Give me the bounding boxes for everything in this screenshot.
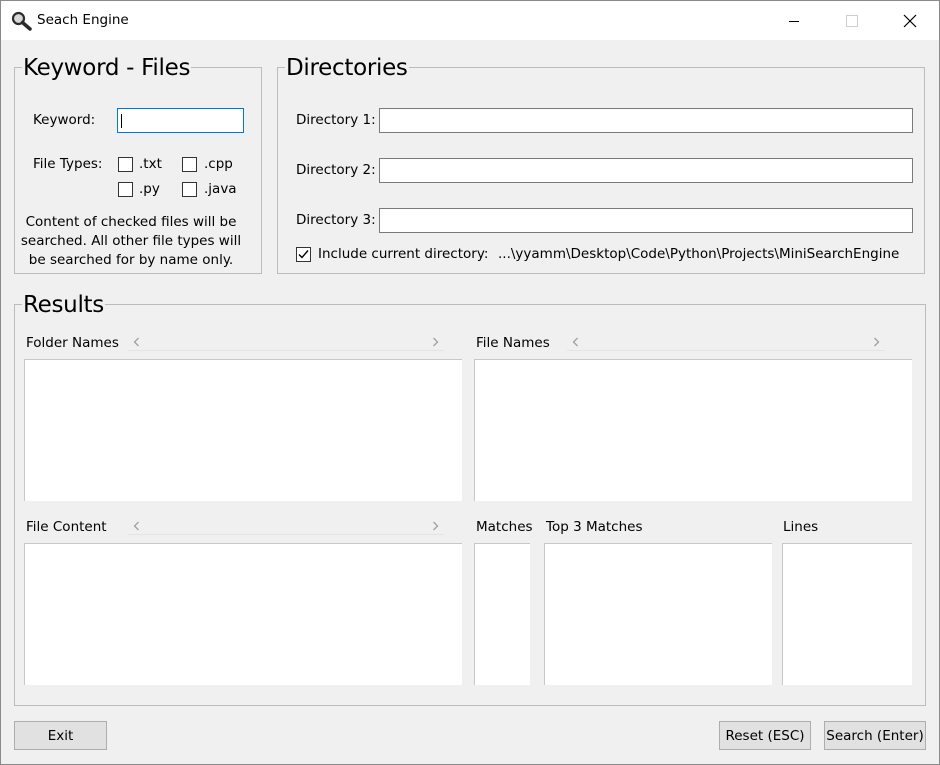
keyword-files-title: Keyword - Files xyxy=(22,54,192,82)
include-current-checkbox[interactable] xyxy=(296,247,311,262)
close-button[interactable] xyxy=(881,1,939,41)
scroll-left-icon[interactable] xyxy=(128,333,145,351)
minimize-button[interactable] xyxy=(765,1,823,41)
include-current-label: Include current directory: xyxy=(318,246,489,262)
file-names-list[interactable] xyxy=(474,359,912,501)
lines-list[interactable] xyxy=(782,543,912,685)
scroll-right-icon[interactable] xyxy=(868,333,885,351)
scroll-right-icon[interactable] xyxy=(427,333,444,351)
file-content-text[interactable] xyxy=(24,543,462,685)
close-icon xyxy=(903,14,917,28)
search-button[interactable]: Search (Enter) xyxy=(824,721,926,750)
folder-names-scrollbar[interactable] xyxy=(128,333,444,351)
txt-label: .txt xyxy=(139,156,162,172)
reset-button[interactable]: Reset (ESC) xyxy=(719,721,811,750)
folder-names-list[interactable] xyxy=(24,359,462,501)
java-checkbox[interactable] xyxy=(182,182,197,197)
keyword-input[interactable] xyxy=(117,108,244,133)
scroll-right-icon[interactable] xyxy=(427,517,444,535)
current-directory-path: ...\yyamm\Desktop\Code\Python\Projects\M… xyxy=(498,246,900,262)
folder-names-label: Folder Names xyxy=(26,335,119,351)
top-3-matches-label: Top 3 Matches xyxy=(546,519,643,535)
top-3-matches-list[interactable] xyxy=(544,543,772,685)
directory-1-label: Directory 1: xyxy=(296,112,376,128)
exit-button[interactable]: Exit xyxy=(14,721,107,750)
scroll-left-icon[interactable] xyxy=(567,333,584,351)
lines-label: Lines xyxy=(783,519,819,535)
cpp-label: .cpp xyxy=(204,156,233,172)
file-names-scrollbar[interactable] xyxy=(567,333,885,351)
file-content-label: File Content xyxy=(26,519,107,535)
txt-checkbox[interactable] xyxy=(118,157,133,172)
results-title: Results xyxy=(22,291,105,319)
matches-list[interactable] xyxy=(474,543,530,685)
window-client: Keyword - Files Keyword: File Types: .tx… xyxy=(0,40,940,765)
file-types-note: Content of checked files will be searche… xyxy=(20,214,242,268)
window-title: Seach Engine xyxy=(37,12,129,28)
scroll-left-icon[interactable] xyxy=(128,517,145,535)
matches-label: Matches xyxy=(476,519,533,535)
directory-3-input[interactable] xyxy=(379,208,913,233)
file-content-scrollbar[interactable] xyxy=(128,517,444,535)
directories-title: Directories xyxy=(285,54,409,82)
directory-2-label: Directory 2: xyxy=(296,162,376,178)
maximize-icon xyxy=(846,15,858,27)
py-label: .py xyxy=(139,181,160,197)
directory-1-input[interactable] xyxy=(379,108,913,133)
cpp-checkbox[interactable] xyxy=(182,157,197,172)
minimize-icon xyxy=(789,21,799,22)
text-caret xyxy=(121,114,122,128)
keyword-label: Keyword: xyxy=(33,112,96,128)
directory-2-input[interactable] xyxy=(379,158,913,183)
java-label: .java xyxy=(204,181,237,197)
checkmark-icon xyxy=(298,250,309,259)
file-types-label: File Types: xyxy=(33,156,103,172)
directory-3-label: Directory 3: xyxy=(296,212,376,228)
maximize-button[interactable] xyxy=(823,1,881,41)
title-bar: Seach Engine xyxy=(0,0,940,40)
py-checkbox[interactable] xyxy=(118,182,133,197)
file-names-label: File Names xyxy=(476,335,550,351)
magnifier-icon xyxy=(11,11,33,31)
